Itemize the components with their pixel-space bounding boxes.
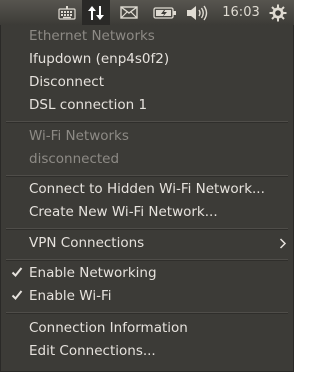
connection-information-label: Connection Information (29, 320, 188, 336)
chevron-right-icon (279, 238, 287, 249)
menu-separator (6, 312, 288, 314)
clock[interactable]: 16:03 (222, 0, 260, 25)
create-new-wifi-label: Create New Wi-Fi Network... (29, 204, 218, 220)
menu-item-edit-connections[interactable]: Edit Connections... (1, 340, 293, 363)
mail-icon[interactable] (116, 0, 142, 25)
power-gear-icon[interactable] (266, 0, 290, 25)
disconnect-label: Disconnect (29, 74, 104, 90)
menu-item-connection-information[interactable]: Connection Information (1, 317, 293, 340)
clock-time: 16:03 (222, 5, 260, 20)
ifupdown-label: Ifupdown (enp4s0f2) (29, 51, 170, 67)
ethernet-networks-label: Ethernet Networks (29, 28, 155, 44)
keyboard-icon[interactable] (54, 0, 80, 25)
ethernet-networks-header: Ethernet Networks (1, 25, 293, 48)
menu-separator (6, 121, 288, 123)
menu-item-connect-hidden-wifi[interactable]: Connect to Hidden Wi-Fi Network... (1, 178, 293, 201)
checkmark-icon (11, 290, 23, 300)
checkmark-icon (11, 267, 23, 277)
top-panel: 16:03 (0, 0, 294, 25)
menu-item-create-new-wifi[interactable]: Create New Wi-Fi Network... (1, 201, 293, 224)
network-menu: Ethernet Networks Ifupdown (enp4s0f2) Di… (0, 25, 294, 372)
menu-separator (6, 228, 288, 230)
connect-hidden-wifi-label: Connect to Hidden Wi-Fi Network... (29, 181, 265, 197)
menu-item-ifupdown[interactable]: Ifupdown (enp4s0f2) (1, 48, 293, 71)
dsl-connection-label: DSL connection 1 (29, 97, 148, 113)
menu-item-dsl-connection[interactable]: DSL connection 1 (1, 94, 293, 117)
vpn-connections-label: VPN Connections (29, 235, 145, 251)
volume-icon[interactable] (184, 0, 210, 25)
menu-separator (6, 175, 288, 177)
menu-item-vpn-connections[interactable]: VPN Connections (1, 232, 293, 255)
menu-item-disconnect[interactable]: Disconnect (1, 71, 293, 94)
menu-item-enable-wifi[interactable]: Enable Wi-Fi (1, 285, 293, 308)
menu-item-enable-networking[interactable]: Enable Networking (1, 262, 293, 285)
enable-networking-label: Enable Networking (29, 265, 157, 281)
wifi-networks-label: Wi-Fi Networks (29, 128, 129, 144)
network-updown-icon[interactable] (82, 0, 110, 25)
enable-wifi-label: Enable Wi-Fi (29, 288, 112, 304)
wifi-status-label: disconnected (29, 151, 120, 167)
wifi-status: disconnected (1, 148, 293, 171)
edit-connections-label: Edit Connections... (29, 343, 156, 359)
battery-icon[interactable] (150, 0, 180, 25)
wifi-networks-header: Wi-Fi Networks (1, 125, 293, 148)
menu-separator (6, 259, 288, 261)
